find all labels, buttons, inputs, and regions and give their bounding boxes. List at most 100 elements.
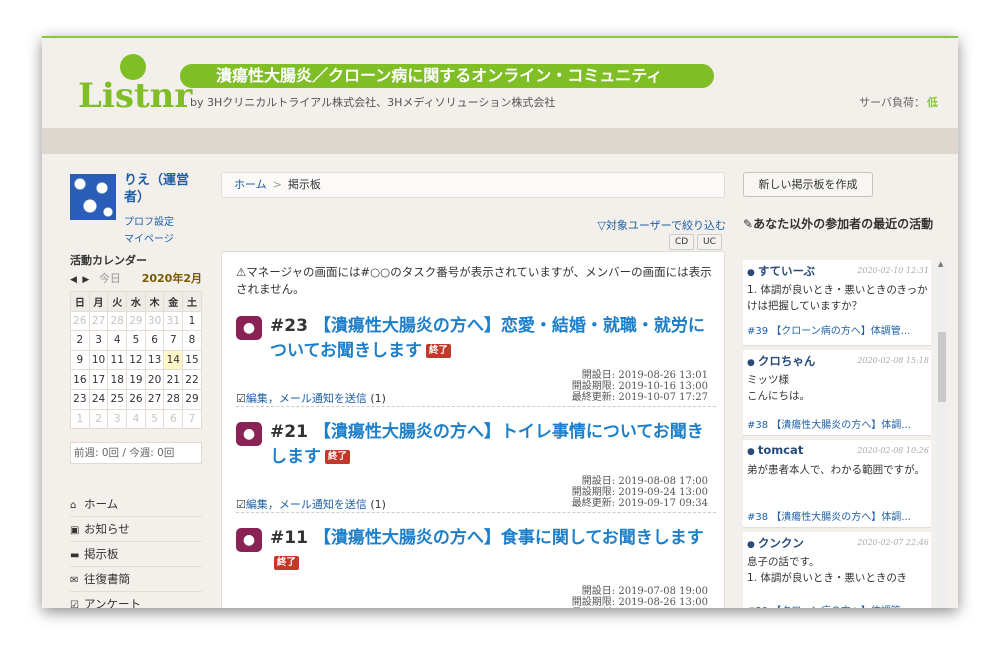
edit-icon: ☑ xyxy=(236,498,246,511)
avatar[interactable] xyxy=(70,174,116,220)
person-icon: ● xyxy=(747,447,755,457)
breadcrumb-current: 掲示板 xyxy=(287,178,321,191)
calendar-weekday: 月 xyxy=(88,291,109,312)
post-number: #21 xyxy=(270,422,308,442)
chevron-right-icon[interactable]: ▶ xyxy=(82,275,89,285)
calendar-day[interactable]: 28 xyxy=(163,388,184,410)
post-title[interactable]: #11 【潰瘍性大腸炎の方へ】食事に関してお聞きします終了 xyxy=(270,526,710,576)
new-board-button[interactable]: 新しい掲示板を作成 xyxy=(743,172,873,197)
calendar-day[interactable]: 22 xyxy=(182,369,202,390)
calendar-day-today[interactable]: 14 xyxy=(163,349,184,371)
calendar-day[interactable]: 29 xyxy=(126,310,146,332)
scrollbar-thumb[interactable] xyxy=(938,332,946,402)
edit-link[interactable]: 編集 xyxy=(246,392,268,405)
tag-cd-button[interactable]: CD xyxy=(669,234,695,250)
calendar-day[interactable]: 13 xyxy=(144,349,165,371)
filter-users-link[interactable]: ▽対象ユーザーで絞り込む xyxy=(597,217,726,233)
calendar-day[interactable]: 20 xyxy=(144,369,165,390)
calendar-day[interactable]: 16 xyxy=(70,369,90,390)
activity-link[interactable]: #39 【クローン病の方へ】体調管... xyxy=(747,322,910,337)
calendar-day[interactable]: 26 xyxy=(126,388,146,410)
mail-notify-link[interactable]: メール通知を送信 xyxy=(279,392,367,405)
calendar-day[interactable]: 26 xyxy=(70,310,90,332)
calendar-day[interactable]: 21 xyxy=(163,369,184,390)
scroll-up-icon[interactable]: ▲ xyxy=(938,260,943,268)
activity-link[interactable]: #39 【クローン病の方へ】体調管... xyxy=(747,602,910,608)
activity-scrollbar[interactable]: ▲ xyxy=(937,260,947,608)
listnr-logo[interactable]: Listnr xyxy=(78,50,192,120)
user-name[interactable]: りえ（運営者） xyxy=(124,172,204,206)
calendar-day[interactable]: 10 xyxy=(88,349,109,371)
mail-count: (1) xyxy=(370,498,386,511)
post-title[interactable]: #23 【潰瘍性大腸炎の方へ】恋愛・結婚・就職・就労についてお聞きします 終了 xyxy=(270,314,710,364)
calendar-day[interactable]: 31 xyxy=(163,310,184,332)
server-load-value: 低 xyxy=(927,96,938,109)
post-title[interactable]: #21 【潰瘍性大腸炎の方へ】トイレ事情についてお聞きします 終了 xyxy=(270,420,710,470)
calendar-day[interactable]: 4 xyxy=(126,408,146,430)
breadcrumb-home[interactable]: ホーム xyxy=(234,178,267,191)
calendar-day[interactable]: 3 xyxy=(88,330,109,351)
calendar-day[interactable]: 2 xyxy=(88,408,109,430)
edit-link[interactable]: 編集 xyxy=(246,498,268,511)
calendar-day[interactable]: 8 xyxy=(182,330,202,351)
post-dates: 開設日: 2019-08-26 13:01 開設期限: 2019-10-16 13… xyxy=(508,370,708,403)
calendar-day[interactable]: 25 xyxy=(107,388,128,410)
calendar-day[interactable]: 28 xyxy=(107,310,128,332)
calendar-day[interactable]: 15 xyxy=(182,349,202,371)
activity-item: ● すていーぶ 2020-02-10 12:31 1. 体調が良いとき・悪いときのきっ… xyxy=(743,260,931,346)
activity-user[interactable]: ● すていーぶ xyxy=(747,263,815,279)
profile-settings-link[interactable]: プロフ設定 xyxy=(124,213,174,228)
activity-user-name[interactable]: クンクン xyxy=(758,536,804,550)
tag-uc-button[interactable]: UC xyxy=(697,234,722,250)
activity-user-name[interactable]: tomcat xyxy=(758,443,803,457)
calendar-day[interactable]: 7 xyxy=(163,330,184,351)
calendar-day[interactable]: 3 xyxy=(107,408,128,430)
calendar-day[interactable]: 12 xyxy=(126,349,146,371)
activity-user[interactable]: ● クロちゃん xyxy=(747,353,815,369)
calendar-today-button[interactable]: 今日 xyxy=(99,272,121,285)
calendar-day[interactable]: 4 xyxy=(107,330,128,351)
activity-text: 1. 体調が良いとき・悪いときのきっかけは把握していますか？ xyxy=(747,284,928,312)
status-badge: 終了 xyxy=(274,556,300,570)
calendar-day[interactable]: 30 xyxy=(144,310,165,332)
post-title-text[interactable]: 【潰瘍性大腸炎の方へ】食事に関してお聞きします xyxy=(314,528,704,548)
calendar-day[interactable]: 5 xyxy=(144,408,165,430)
calendar-day[interactable]: 5 xyxy=(126,330,146,351)
menu-item-2[interactable]: ▬ 掲示板 xyxy=(70,542,202,567)
calendar-day[interactable]: 6 xyxy=(163,408,184,430)
mail-icon: ✉ xyxy=(70,575,79,586)
calendar-day[interactable]: 27 xyxy=(88,310,109,332)
calendar-day[interactable]: 1 xyxy=(182,310,202,332)
activity-user-name[interactable]: すていーぶ xyxy=(758,264,815,278)
calendar-day[interactable]: 23 xyxy=(70,388,90,410)
chevron-left-icon[interactable]: ◀ xyxy=(70,275,77,285)
calendar-day[interactable]: 6 xyxy=(144,330,165,351)
menu-item-label: お知らせ xyxy=(84,522,130,536)
activity-user[interactable]: ● クンクン xyxy=(747,535,804,551)
mail-notify-link[interactable]: メール通知を送信 xyxy=(279,498,367,511)
menu-item-3[interactable]: ✉ 往復書簡 xyxy=(70,567,202,592)
calendar-day[interactable]: 7 xyxy=(182,408,202,430)
calendar-day[interactable]: 11 xyxy=(107,349,128,371)
calendar-day[interactable]: 9 xyxy=(70,349,90,371)
menu-item-label: 往復書簡 xyxy=(84,572,130,586)
activity-link[interactable]: #38 【潰瘍性大腸炎の方へ】体調... xyxy=(747,508,911,523)
calendar-day[interactable]: 27 xyxy=(144,388,165,410)
menu-item-0[interactable]: ⌂ ホーム xyxy=(70,492,202,517)
calendar-day[interactable]: 1 xyxy=(70,408,90,430)
post-date: 開設期限: 2019-08-26 13:00 xyxy=(571,597,708,608)
calendar-day[interactable]: 17 xyxy=(88,369,109,390)
calendar-day[interactable]: 24 xyxy=(88,388,109,410)
activity-user[interactable]: ● tomcat xyxy=(747,443,803,457)
menu-item-4[interactable]: ☑ アンケート xyxy=(70,592,202,608)
calendar-day[interactable]: 2 xyxy=(70,330,90,351)
activity-link[interactable]: #38 【潰瘍性大腸炎の方へ】体調... xyxy=(747,416,911,431)
post-title-text[interactable]: 【潰瘍性大腸炎の方へ】恋愛・結婚・就職・就労についてお聞きします xyxy=(270,316,705,361)
mypage-link[interactable]: マイページ xyxy=(124,230,174,245)
calendar-day[interactable]: 19 xyxy=(126,369,146,390)
calendar-day[interactable]: 29 xyxy=(182,388,202,410)
menu-item-1[interactable]: ▣ お知らせ xyxy=(70,517,202,542)
activity-user-name[interactable]: クロちゃん xyxy=(758,354,816,368)
calendar-day[interactable]: 18 xyxy=(107,369,128,390)
activity-date: 2020-02-07 22:46 xyxy=(857,538,929,547)
